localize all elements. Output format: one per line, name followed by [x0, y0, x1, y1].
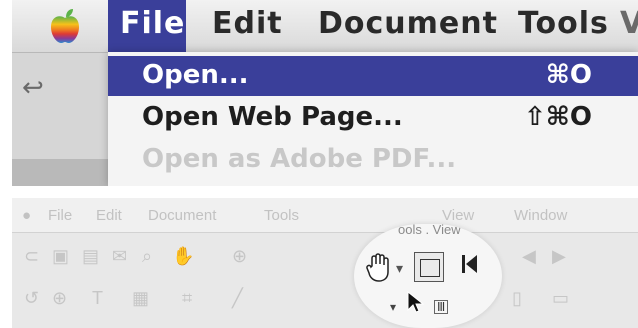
email-icon[interactable]: ✉ [112, 246, 127, 267]
menu-edit[interactable]: Edit [96, 207, 122, 224]
select-text-tool-button[interactable] [414, 252, 444, 282]
hand-tool-icon[interactable] [366, 252, 392, 282]
menu-edit[interactable]: Edit [212, 6, 283, 41]
menu-tools[interactable]: Tools [264, 207, 299, 224]
menu-window[interactable]: Window [514, 207, 567, 224]
first-page-icon[interactable] [460, 252, 480, 276]
zoom-in-icon[interactable]: ⊕ [52, 288, 67, 309]
menu-document[interactable]: Document [318, 6, 498, 41]
magnifier-callout: ools . View ▾ ▾ Ⅲ [354, 224, 502, 328]
tool-label: Ⅲ [434, 300, 449, 314]
menu-item-label: Open Web Page... [142, 102, 403, 132]
text-tool-icon[interactable]: T [92, 288, 103, 309]
dropdown-arrow-icon: ▾ [390, 300, 397, 314]
menu-item-open[interactable]: Open... ⌘O [108, 56, 638, 96]
menu-view[interactable]: Vi [620, 6, 638, 41]
open-icon[interactable]: ⊂ [24, 246, 39, 267]
zoom-icon[interactable]: ⊕ [232, 246, 247, 267]
menu-file[interactable]: File [120, 6, 185, 41]
toolbar-row-2: ↺ ⊕ T ▦ ⌗ ╱ ▯ ▭ [12, 280, 638, 318]
rotate-icon[interactable]: ↺ [24, 288, 39, 309]
mouse-cursor-icon [407, 290, 425, 313]
snapshot-icon[interactable]: ▦ [132, 288, 149, 309]
toolbar-row-1: ⊂ ▣ ▤ ✉ ⌕ ✋ ⊕ ◀ ▶ [12, 238, 638, 276]
fit-width-icon[interactable]: ▭ [552, 288, 569, 309]
previous-page-icon[interactable]: ◀ [522, 246, 536, 267]
apple-menu-icon[interactable] [48, 8, 82, 44]
dropdown-arrow-icon[interactable]: ▾ [396, 260, 403, 277]
apple-menu-icon[interactable]: ● [22, 207, 31, 224]
save-icon[interactable]: ▣ [52, 246, 69, 267]
search-icon[interactable]: ⌕ [142, 246, 152, 267]
menu-item-open-as-adobe-pdf: Open as Adobe PDF... [108, 140, 638, 180]
top-panel: File Edit Document Tools Vi ↩ Open... ⌘O… [12, 0, 638, 186]
menu-bar-faded: ● File Edit Document Tools View Window [12, 198, 638, 233]
crop-icon[interactable]: ⌗ [182, 288, 192, 309]
print-icon[interactable]: ▤ [82, 246, 99, 267]
menu-item-label: Open as Adobe PDF... [142, 144, 457, 174]
menu-item-open-web-page[interactable]: Open Web Page... ⇧⌘O [108, 98, 638, 138]
next-page-icon[interactable]: ▶ [552, 246, 566, 267]
menu-view[interactable]: View [442, 207, 474, 224]
sidebar-strip [12, 159, 108, 186]
line-tool-icon[interactable]: ╱ [232, 288, 243, 309]
menu-document[interactable]: Document [148, 207, 216, 224]
file-menu-dropdown: Open... ⌘O Open Web Page... ⇧⌘O Open as … [108, 52, 638, 186]
fit-page-icon[interactable]: ▯ [512, 288, 522, 309]
menu-item-label: Open... [142, 60, 249, 90]
menu-tools[interactable]: Tools [518, 6, 609, 41]
hand-tool-icon[interactable]: ✋ [172, 246, 194, 267]
menu-item-shortcut: ⇧⌘O [523, 102, 592, 132]
menu-file[interactable]: File [48, 207, 72, 224]
menu-item-shortcut: ⌘O [545, 60, 592, 90]
bottom-panel: ● File Edit Document Tools View Window ⊂… [12, 198, 638, 328]
menu-bar: File Edit Document Tools Vi [12, 0, 638, 53]
menu-tools-fragment: ools . View [398, 224, 461, 237]
undo-icon[interactable]: ↩ [22, 72, 44, 103]
